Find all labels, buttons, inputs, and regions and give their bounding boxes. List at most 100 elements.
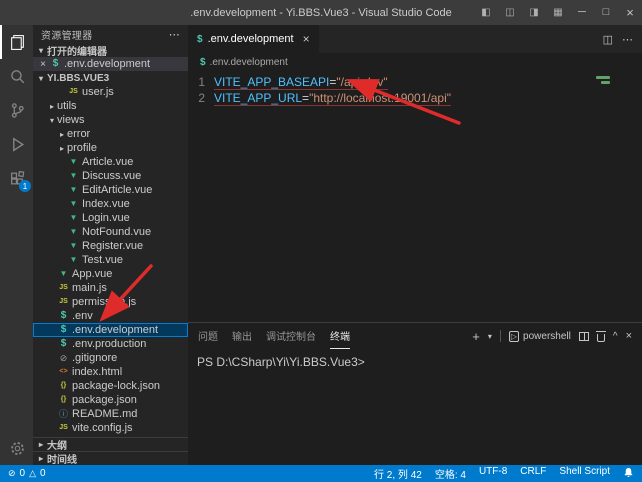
tree-item-.env[interactable]: $.env (33, 309, 188, 323)
chevron-right-icon: ▸ (57, 130, 67, 139)
tree-item-error[interactable]: ▸error (33, 127, 188, 141)
line-number: 2 (188, 90, 214, 106)
tree-item-vite.config.js[interactable]: JSvite.config.js (33, 421, 188, 435)
gear-icon (9, 440, 26, 457)
kill-terminal-icon[interactable] (597, 334, 605, 342)
panel-tab-问题[interactable]: 问题 (198, 323, 218, 349)
env-file-icon: $ (57, 309, 70, 323)
tab-close-icon[interactable]: × (303, 32, 310, 46)
close-panel-icon[interactable]: × (626, 330, 632, 342)
tree-item-EditArticle.vue[interactable]: ▼EditArticle.vue (33, 183, 188, 197)
new-terminal-icon[interactable]: + (472, 329, 480, 344)
split-terminal-icon[interactable] (579, 332, 589, 341)
customize-layout-icon[interactable]: ▦ (546, 0, 570, 25)
code-editor[interactable]: 1VITE_APP_BASEAPI="/api-dev"2VITE_APP_UR… (188, 71, 642, 322)
tree-item-label: README.md (72, 408, 137, 420)
toggle-panel-icon[interactable]: ◫ (498, 0, 522, 25)
status-item[interactable]: UTF-8 (479, 466, 507, 481)
bell-icon[interactable] (623, 467, 634, 481)
tree-item-.env.production[interactable]: $.env.production (33, 337, 188, 351)
tree-item-index.html[interactable]: <>index.html (33, 365, 188, 379)
minimap-mark (601, 81, 610, 84)
tree-item-NotFound.vue[interactable]: ▼NotFound.vue (33, 225, 188, 239)
tree-item-Test.vue[interactable]: ▼Test.vue (33, 253, 188, 267)
breadcrumb-item[interactable]: .env.development (210, 57, 288, 68)
editor-actions: ◫ ⋯ (603, 33, 642, 46)
tab-env-development[interactable]: $ .env.development × (188, 25, 319, 53)
close-icon[interactable]: × (618, 0, 642, 25)
tree-item-label: EditArticle.vue (82, 184, 152, 196)
tree-item-profile[interactable]: ▸profile (33, 141, 188, 155)
activity-run-debug[interactable] (0, 127, 33, 161)
code-line-1[interactable]: 1VITE_APP_BASEAPI="/api-dev" (188, 74, 642, 90)
outline-section[interactable]: ▸ 大纲 (33, 437, 188, 451)
open-editor-item[interactable]: × $ .env.development (33, 57, 188, 71)
status-item[interactable]: 行 2, 列 42 (374, 466, 422, 481)
chevron-right-icon: ▸ (47, 102, 57, 111)
activity-extensions[interactable]: 1 (0, 161, 33, 195)
chevron-right-icon: ▸ (35, 440, 47, 449)
activity-search[interactable] (0, 59, 33, 93)
terminal-dropdown-icon[interactable]: ▾ (488, 332, 492, 341)
tree-item-utils[interactable]: ▸utils (33, 99, 188, 113)
tree-item-label: utils (57, 100, 77, 112)
more-actions-icon[interactable]: ⋯ (622, 33, 633, 46)
activity-bar: 1 (0, 25, 33, 465)
tree-item-README.md[interactable]: ⓘREADME.md (33, 407, 188, 421)
tree-item-.gitignore[interactable]: ⊘.gitignore (33, 351, 188, 365)
activity-settings[interactable] (0, 431, 33, 465)
shell-picker[interactable]: ▷ powershell (509, 331, 571, 342)
tree-item-Article.vue[interactable]: ▼Article.vue (33, 155, 188, 169)
tree-item-Index.vue[interactable]: ▼Index.vue (33, 197, 188, 211)
search-icon (9, 68, 26, 85)
split-editor-icon[interactable]: ◫ (603, 33, 613, 46)
main-area: 1 资源管理器 ⋯ ▾ 打开的编辑器 × $ .env.develo (0, 25, 642, 465)
tree-item-views[interactable]: ▾views (33, 113, 188, 127)
workspace-header[interactable]: ▾ YI.BBS.VUE3 (33, 71, 188, 85)
tree-item-label: vite.config.js (72, 422, 133, 434)
tree-item-package.json[interactable]: {}package.json (33, 393, 188, 407)
explorer-more-icon[interactable]: ⋯ (169, 28, 180, 41)
tree-item-label: views (57, 114, 85, 126)
panel-tab-终端[interactable]: 终端 (330, 323, 350, 349)
tree-item-label: profile (67, 142, 97, 154)
timeline-section[interactable]: ▸ 时间线 (33, 451, 188, 465)
open-editors-header[interactable]: ▾ 打开的编辑器 (33, 43, 188, 57)
status-item[interactable]: CRLF (520, 466, 546, 481)
tree-item-user.js[interactable]: JSuser.js (33, 85, 188, 99)
status-item[interactable]: Shell Script (559, 466, 610, 481)
terminal-output[interactable]: PS D:\CSharp\Yi\Yi.BBS.Vue3> (188, 349, 642, 465)
tree-item-Register.vue[interactable]: ▼Register.vue (33, 239, 188, 253)
minimize-icon[interactable]: ─ (570, 0, 594, 25)
tree-item-label: package.json (72, 394, 137, 406)
tree-item-Login.vue[interactable]: ▼Login.vue (33, 211, 188, 225)
toggle-sidebar-icon[interactable]: ◧ (474, 0, 498, 25)
tree-item-App.vue[interactable]: ▼App.vue (33, 267, 188, 281)
status-items: 行 2, 列 42 空格: 4 UTF-8 CRLF Shell Script (374, 466, 610, 481)
maximize-panel-icon[interactable]: ^ (613, 331, 618, 342)
code-line-2[interactable]: 2VITE_APP_URL="http://localhost:19001/ap… (188, 90, 642, 106)
tree-item-.env.development[interactable]: $.env.development (33, 323, 188, 337)
activity-source-control[interactable] (0, 93, 33, 127)
tree-item-permission.js[interactable]: JSpermission.js (33, 295, 188, 309)
close-editor-icon[interactable]: × (37, 59, 49, 70)
title-bar: .env.development - Yi.BBS.Vue3 - Visual … (0, 0, 642, 25)
toggle-secondary-sidebar-icon[interactable]: ◨ (522, 0, 546, 25)
vue-file-icon: ▼ (67, 239, 80, 253)
panel-tab-调试控制台[interactable]: 调试控制台 (266, 323, 316, 349)
panel-tab-输出[interactable]: 输出 (232, 323, 252, 349)
divider (500, 330, 501, 342)
problems-status[interactable]: ⊘ 0 △ 0 (8, 468, 46, 479)
vue-file-icon: ▼ (67, 183, 80, 197)
activity-explorer[interactable] (0, 25, 33, 59)
maximize-icon[interactable]: □ (594, 0, 618, 25)
status-item[interactable]: 空格: 4 (435, 466, 466, 481)
env-file-icon: $ (200, 57, 206, 68)
files-icon (9, 34, 26, 51)
vue-file-icon: ▼ (67, 211, 80, 225)
tree-item-package-lock.json[interactable]: {}package-lock.json (33, 379, 188, 393)
tree-item-label: Index.vue (82, 198, 130, 210)
tree-item-main.js[interactable]: JSmain.js (33, 281, 188, 295)
minimap (596, 76, 610, 84)
tree-item-Discuss.vue[interactable]: ▼Discuss.vue (33, 169, 188, 183)
